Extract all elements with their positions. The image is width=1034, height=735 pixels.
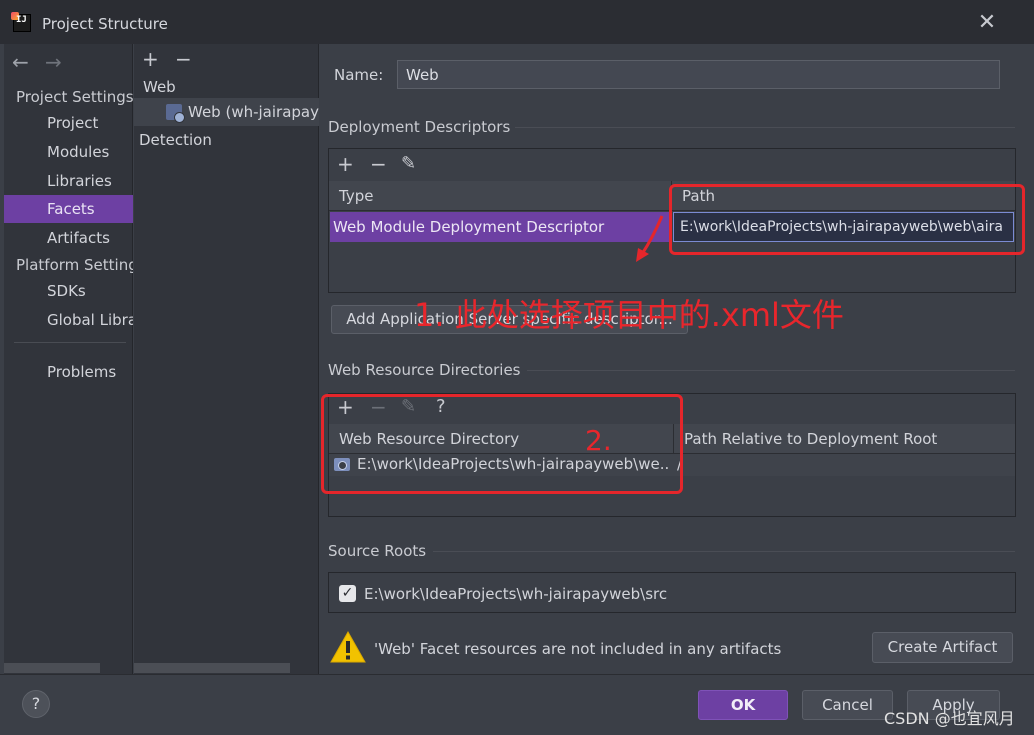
help-button[interactable]: ? bbox=[22, 690, 50, 718]
section-divider bbox=[515, 127, 1015, 128]
descriptor-row-type[interactable]: Web Module Deployment Descriptor bbox=[330, 212, 670, 242]
back-arrow-icon[interactable]: ← bbox=[12, 50, 29, 74]
annotation-box-path bbox=[669, 184, 1025, 255]
web-facet-icon bbox=[166, 104, 185, 123]
annotation-note-1: 1. 此处选择项目中的.xml文件 bbox=[414, 296, 844, 334]
warning-message: 'Web' Facet resources are not included i… bbox=[374, 640, 782, 658]
sidebar-item-modules[interactable]: Modules bbox=[4, 138, 133, 166]
remove-descriptor-icon[interactable]: − bbox=[370, 154, 387, 174]
sidebar-divider bbox=[14, 342, 126, 343]
platform-settings-header: Platform Settings bbox=[16, 256, 133, 274]
annotation-box-resource bbox=[321, 394, 683, 494]
sidebar-scrollbar[interactable] bbox=[4, 663, 100, 673]
source-root-checkbox[interactable]: ✓ bbox=[339, 585, 356, 602]
remove-facet-icon[interactable]: − bbox=[175, 49, 192, 69]
annotation-note-2: 2. bbox=[585, 424, 612, 457]
web-resource-directories-title: Web Resource Directories bbox=[328, 361, 521, 379]
window-title: Project Structure bbox=[42, 15, 168, 33]
intellij-logo-icon: IJ bbox=[11, 12, 31, 32]
bottom-divider bbox=[0, 674, 1034, 675]
sidebar-item-global-libraries[interactable]: Global Libraries bbox=[4, 306, 133, 334]
cancel-button[interactable]: Cancel bbox=[802, 690, 893, 720]
sidebar-item-sdks[interactable]: SDKs bbox=[4, 277, 133, 305]
section-divider bbox=[527, 370, 1015, 371]
sidebar-item-project[interactable]: Project bbox=[4, 109, 133, 137]
ok-button[interactable]: OK bbox=[698, 690, 788, 720]
deployment-descriptors-title: Deployment Descriptors bbox=[328, 118, 511, 136]
edit-descriptor-icon[interactable]: ✎ bbox=[401, 154, 416, 174]
watermark: CSDN @也宜风月 bbox=[884, 709, 1015, 728]
sidebar-item-libraries[interactable]: Libraries bbox=[4, 167, 133, 195]
add-facet-icon[interactable]: + bbox=[142, 49, 159, 69]
name-input[interactable] bbox=[397, 60, 1000, 89]
create-artifact-button[interactable]: Create Artifact bbox=[872, 632, 1013, 663]
section-divider bbox=[433, 551, 1015, 552]
project-settings-header: Project Settings bbox=[16, 88, 134, 106]
facet-detection[interactable]: Detection bbox=[139, 131, 212, 149]
sidebar-item-facets[interactable]: Facets bbox=[4, 195, 133, 223]
column-header-type[interactable]: Type bbox=[329, 181, 671, 211]
annotation-arrow-icon bbox=[636, 215, 664, 262]
source-root-path: E:\work\IdeaProjects\wh-jairapayweb\src bbox=[364, 585, 668, 603]
facet-item-label[interactable]: Web (wh-jairapayweb) bbox=[188, 103, 319, 121]
column-header-relative-path[interactable]: Path Relative to Deployment Root bbox=[674, 424, 1015, 454]
sidebar-item-artifacts[interactable]: Artifacts bbox=[4, 224, 133, 252]
facet-group-web[interactable]: Web bbox=[143, 78, 176, 96]
add-descriptor-icon[interactable]: + bbox=[337, 154, 354, 174]
source-roots-title: Source Roots bbox=[328, 542, 427, 560]
forward-arrow-icon[interactable]: → bbox=[45, 50, 62, 74]
sidebar-item-problems[interactable]: Problems bbox=[4, 358, 133, 386]
close-icon[interactable]: ✕ bbox=[976, 12, 998, 34]
name-label: Name: bbox=[334, 66, 384, 84]
warning-icon bbox=[330, 630, 366, 663]
facet-list-scrollbar[interactable] bbox=[134, 663, 290, 673]
